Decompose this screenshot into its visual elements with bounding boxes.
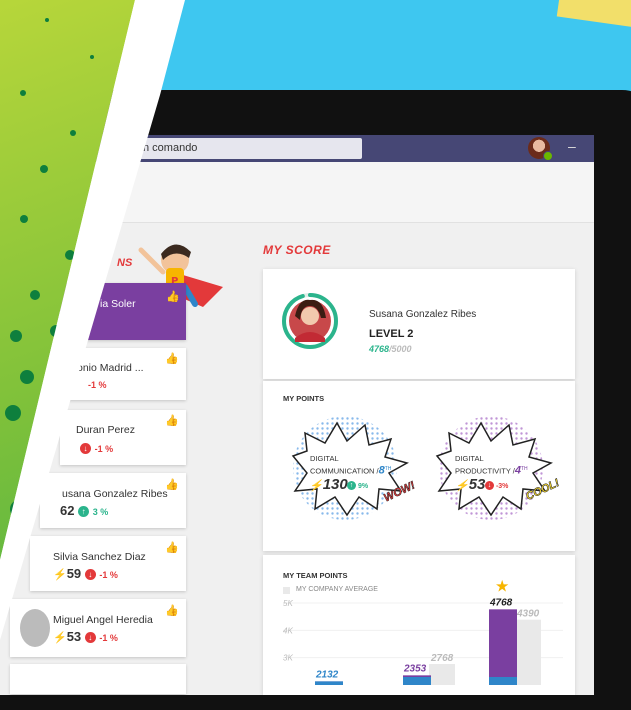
star-icon: ★ bbox=[495, 576, 509, 595]
score-change: -1 % bbox=[99, 570, 118, 580]
score-change: -1 % bbox=[88, 380, 107, 390]
score-change: -1 % bbox=[99, 633, 118, 643]
leaderboard-item-name: onio Madrid ... bbox=[77, 362, 144, 374]
my-score-title: MY SCORE bbox=[263, 243, 331, 257]
like-icon[interactable]: 👍 bbox=[165, 414, 179, 427]
points-card-change: ↓ -3% bbox=[485, 481, 508, 490]
average-bar-label: 4390 bbox=[516, 609, 540, 620]
level-points: 4768/5000 bbox=[369, 344, 412, 354]
leaderboard-item-name: Silvia Sanchez Diaz bbox=[53, 551, 146, 563]
team-bar-label: 2132 bbox=[315, 669, 339, 680]
score-change: -1 % bbox=[94, 444, 114, 454]
decorative-dot bbox=[70, 130, 76, 136]
average-bar-label: 2768 bbox=[430, 653, 454, 664]
like-icon[interactable]: 👍 bbox=[166, 290, 180, 303]
decorative-dot bbox=[45, 18, 49, 22]
score-change: 3 % bbox=[92, 507, 109, 517]
like-icon[interactable]: 👍 bbox=[165, 352, 179, 365]
points-card-change: ↑ 9% bbox=[347, 481, 368, 490]
decorative-dot bbox=[20, 370, 34, 384]
like-icon[interactable]: 👍 bbox=[165, 478, 179, 491]
avatar bbox=[20, 609, 50, 647]
score-value: 59 bbox=[66, 566, 82, 581]
minimize-button[interactable]: – bbox=[568, 138, 576, 154]
decorative-dot bbox=[90, 55, 94, 59]
leaderboard-item-name: usana Gonzalez Ribes bbox=[62, 488, 168, 500]
points-card-label: DIGITAL COMMUNICATION /8TH bbox=[310, 454, 392, 477]
decorative-dot bbox=[5, 405, 21, 421]
arrow-down-icon: ↓ bbox=[84, 632, 96, 643]
leaderboard-item-name: Miguel Angel Heredia bbox=[53, 614, 153, 626]
arrow-up-icon: ↑ bbox=[78, 506, 90, 517]
leaderboard-item[interactable]: Duran Perez 👍 ↓ -1 % bbox=[60, 410, 186, 465]
y-tick-label: 4K bbox=[283, 626, 293, 635]
lightning-icon: ⚡ bbox=[455, 480, 469, 492]
score-value: 62 bbox=[60, 503, 75, 518]
team-bar-label: 2353 bbox=[403, 663, 427, 674]
team-bar bbox=[489, 609, 517, 685]
arrow-down-icon: ↓ bbox=[84, 569, 96, 580]
leaderboard-item[interactable]: Miguel Angel Heredia 👍 ⚡53 ↓ -1 % bbox=[10, 599, 186, 657]
average-bar bbox=[515, 619, 541, 685]
user-full-name: Susana Gonzalez Ribes bbox=[369, 309, 477, 320]
leaderboard-title: NS bbox=[117, 257, 133, 269]
leaderboard-item[interactable]: usana Gonzalez Ribes 👍 62 ↑ 3 % bbox=[40, 473, 186, 528]
points-card-label: DIGITAL PRODUCTIVITY /4TH bbox=[455, 454, 528, 477]
decorative-dot bbox=[20, 90, 26, 96]
arrow-up-icon: ↑ bbox=[347, 481, 356, 490]
y-tick-label: 5K bbox=[283, 599, 293, 608]
score-panel: Susana Gonzalez Ribes LEVEL 2 4768/5000 bbox=[263, 269, 575, 379]
presence-status-icon bbox=[543, 151, 553, 161]
background-dots bbox=[0, 0, 1, 1]
leaderboard-item[interactable]: Silvia Sanchez Diaz 👍 ⚡59 ↓ -1 % bbox=[30, 536, 186, 591]
team-bar-accent bbox=[489, 677, 517, 685]
leaderboard-item-name: Duran Perez bbox=[76, 424, 135, 436]
leaderboard-item[interactable] bbox=[10, 664, 186, 694]
user-level: LEVEL 2 bbox=[369, 328, 414, 340]
decorative-dot bbox=[30, 290, 40, 300]
like-icon[interactable]: 👍 bbox=[165, 541, 179, 554]
level-progress-ring bbox=[282, 293, 338, 349]
team-points-chart: 5K 4K 3K 2132 27682353 43904768 ★ bbox=[283, 576, 563, 685]
decorative-dot bbox=[10, 330, 22, 342]
search-input[interactable]: n comando bbox=[130, 138, 362, 159]
team-bar-accent bbox=[403, 677, 431, 685]
lightning-icon: ⚡ bbox=[53, 632, 67, 644]
arrow-down-icon: ↓ bbox=[80, 443, 91, 454]
leaderboard-item-name: ia Soler bbox=[100, 298, 136, 310]
lightning-icon: ⚡ bbox=[309, 480, 323, 492]
team-bar-label: 4768 bbox=[489, 597, 513, 608]
score-value: 53 bbox=[66, 629, 82, 644]
points-card-value: ⚡130 bbox=[309, 476, 348, 493]
y-tick-label: 3K bbox=[283, 654, 293, 663]
lightning-icon: ⚡ bbox=[53, 569, 67, 581]
points-card-value: ⚡53 bbox=[455, 476, 486, 493]
points-panel: MY POINTS DIGITAL COMMUNICATION /8TH ⚡130… bbox=[263, 381, 575, 551]
decorative-dot bbox=[20, 215, 28, 223]
arrow-down-icon: ↓ bbox=[485, 481, 494, 490]
decorative-dot bbox=[40, 165, 48, 173]
my-points-title: MY POINTS bbox=[283, 394, 325, 403]
like-icon[interactable]: 👍 bbox=[165, 604, 179, 617]
